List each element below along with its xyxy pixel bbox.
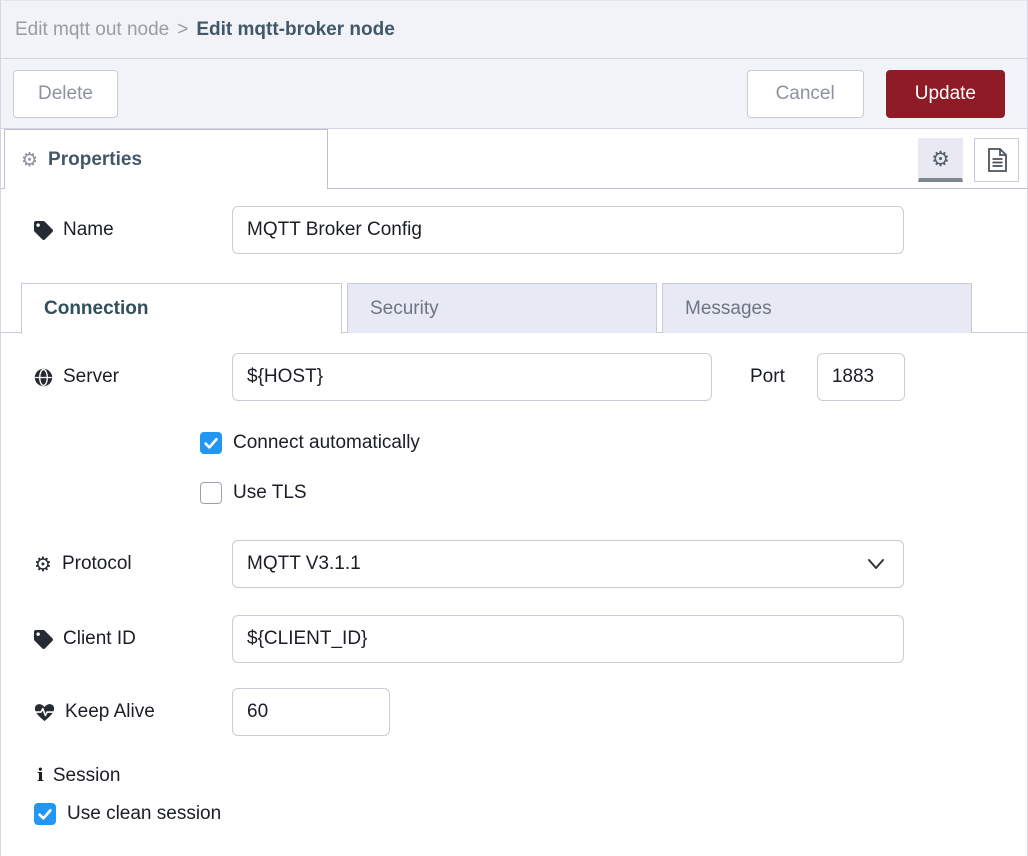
tag-icon <box>34 221 53 240</box>
protocol-select[interactable]: MQTT V3.1.1 <box>232 540 904 588</box>
check-icon <box>37 806 53 822</box>
tab-properties[interactable]: ⚙ Properties <box>4 129 328 189</box>
chevron-down-icon <box>867 558 885 570</box>
server-label: Server <box>34 366 232 388</box>
check-icon <box>203 435 219 451</box>
clean-session-label[interactable]: Use clean session <box>67 803 221 825</box>
breadcrumb-parent-link[interactable]: Edit mqtt out node <box>15 19 169 41</box>
keep-alive-label-text: Keep Alive <box>65 701 155 723</box>
session-row: i Session <box>1 765 1027 787</box>
edit-properties-button[interactable]: ⚙ <box>918 138 963 182</box>
breadcrumb-separator: > <box>177 19 188 41</box>
breadcrumb: Edit mqtt out node > Edit mqtt-broker no… <box>1 1 1027 59</box>
use-tls-checkbox[interactable] <box>200 482 222 504</box>
tab-messages-label: Messages <box>685 298 772 320</box>
name-label: Name <box>34 219 232 241</box>
session-label: Session <box>53 765 121 787</box>
client-id-input[interactable] <box>232 615 904 663</box>
name-label-text: Name <box>63 219 114 241</box>
document-icon <box>985 147 1009 173</box>
connect-automatically-checkbox[interactable] <box>200 432 222 454</box>
gear-icon: ⚙ <box>931 147 950 171</box>
update-button[interactable]: Update <box>886 70 1005 118</box>
connect-automatically-label[interactable]: Connect automatically <box>233 432 420 454</box>
node-description-button[interactable] <box>974 138 1019 182</box>
breadcrumb-current: Edit mqtt-broker node <box>196 19 394 41</box>
client-id-row: Client ID <box>1 615 1027 663</box>
name-row: Name <box>1 206 1027 254</box>
gear-icon: ⚙ <box>34 552 52 576</box>
server-label-text: Server <box>63 366 119 388</box>
use-tls-row: Use TLS <box>1 482 1027 504</box>
gear-icon: ⚙ <box>21 149 38 171</box>
globe-icon <box>34 368 53 387</box>
tab-security-label: Security <box>370 298 439 320</box>
cancel-button[interactable]: Cancel <box>747 70 864 118</box>
broker-subtabs: Connection Security Messages <box>1 283 1027 333</box>
tag-icon <box>34 630 53 649</box>
tab-connection-label: Connection <box>44 298 149 320</box>
connect-automatically-row: Connect automatically <box>1 432 1027 454</box>
protocol-label-text: Protocol <box>62 553 132 575</box>
client-id-label: Client ID <box>34 628 232 650</box>
port-input[interactable] <box>817 353 905 401</box>
editor-view-buttons: ⚙ <box>918 138 1019 182</box>
keep-alive-input[interactable] <box>232 688 390 736</box>
tab-security[interactable]: Security <box>347 283 657 333</box>
edit-node-dialog: Edit mqtt out node > Edit mqtt-broker no… <box>0 0 1028 856</box>
protocol-selected-value: MQTT V3.1.1 <box>247 553 361 575</box>
node-edit-form: Name Connection Security Messages <box>1 206 1027 825</box>
tab-connection[interactable]: Connection <box>21 283 342 334</box>
name-input[interactable] <box>232 206 904 254</box>
server-input[interactable] <box>232 353 712 401</box>
heartbeat-icon <box>34 703 55 722</box>
clean-session-row: Use clean session <box>1 803 1027 825</box>
keep-alive-row: Keep Alive <box>1 688 1027 736</box>
client-id-label-text: Client ID <box>63 628 136 650</box>
protocol-row: ⚙ Protocol MQTT V3.1.1 <box>1 540 1027 588</box>
use-tls-label[interactable]: Use TLS <box>233 482 307 504</box>
clean-session-checkbox[interactable] <box>34 803 56 825</box>
dialog-toolbar: Delete Cancel Update <box>1 59 1027 129</box>
port-label: Port <box>750 366 785 388</box>
delete-button[interactable]: Delete <box>13 70 118 118</box>
protocol-label: ⚙ Protocol <box>34 552 232 576</box>
server-row: Server Port <box>1 353 1027 401</box>
tab-messages[interactable]: Messages <box>662 283 972 333</box>
keep-alive-label: Keep Alive <box>34 701 232 723</box>
editor-tab-bar: ⚙ Properties ⚙ <box>1 129 1027 189</box>
info-icon: i <box>37 765 44 786</box>
tab-properties-label: Properties <box>48 149 142 171</box>
